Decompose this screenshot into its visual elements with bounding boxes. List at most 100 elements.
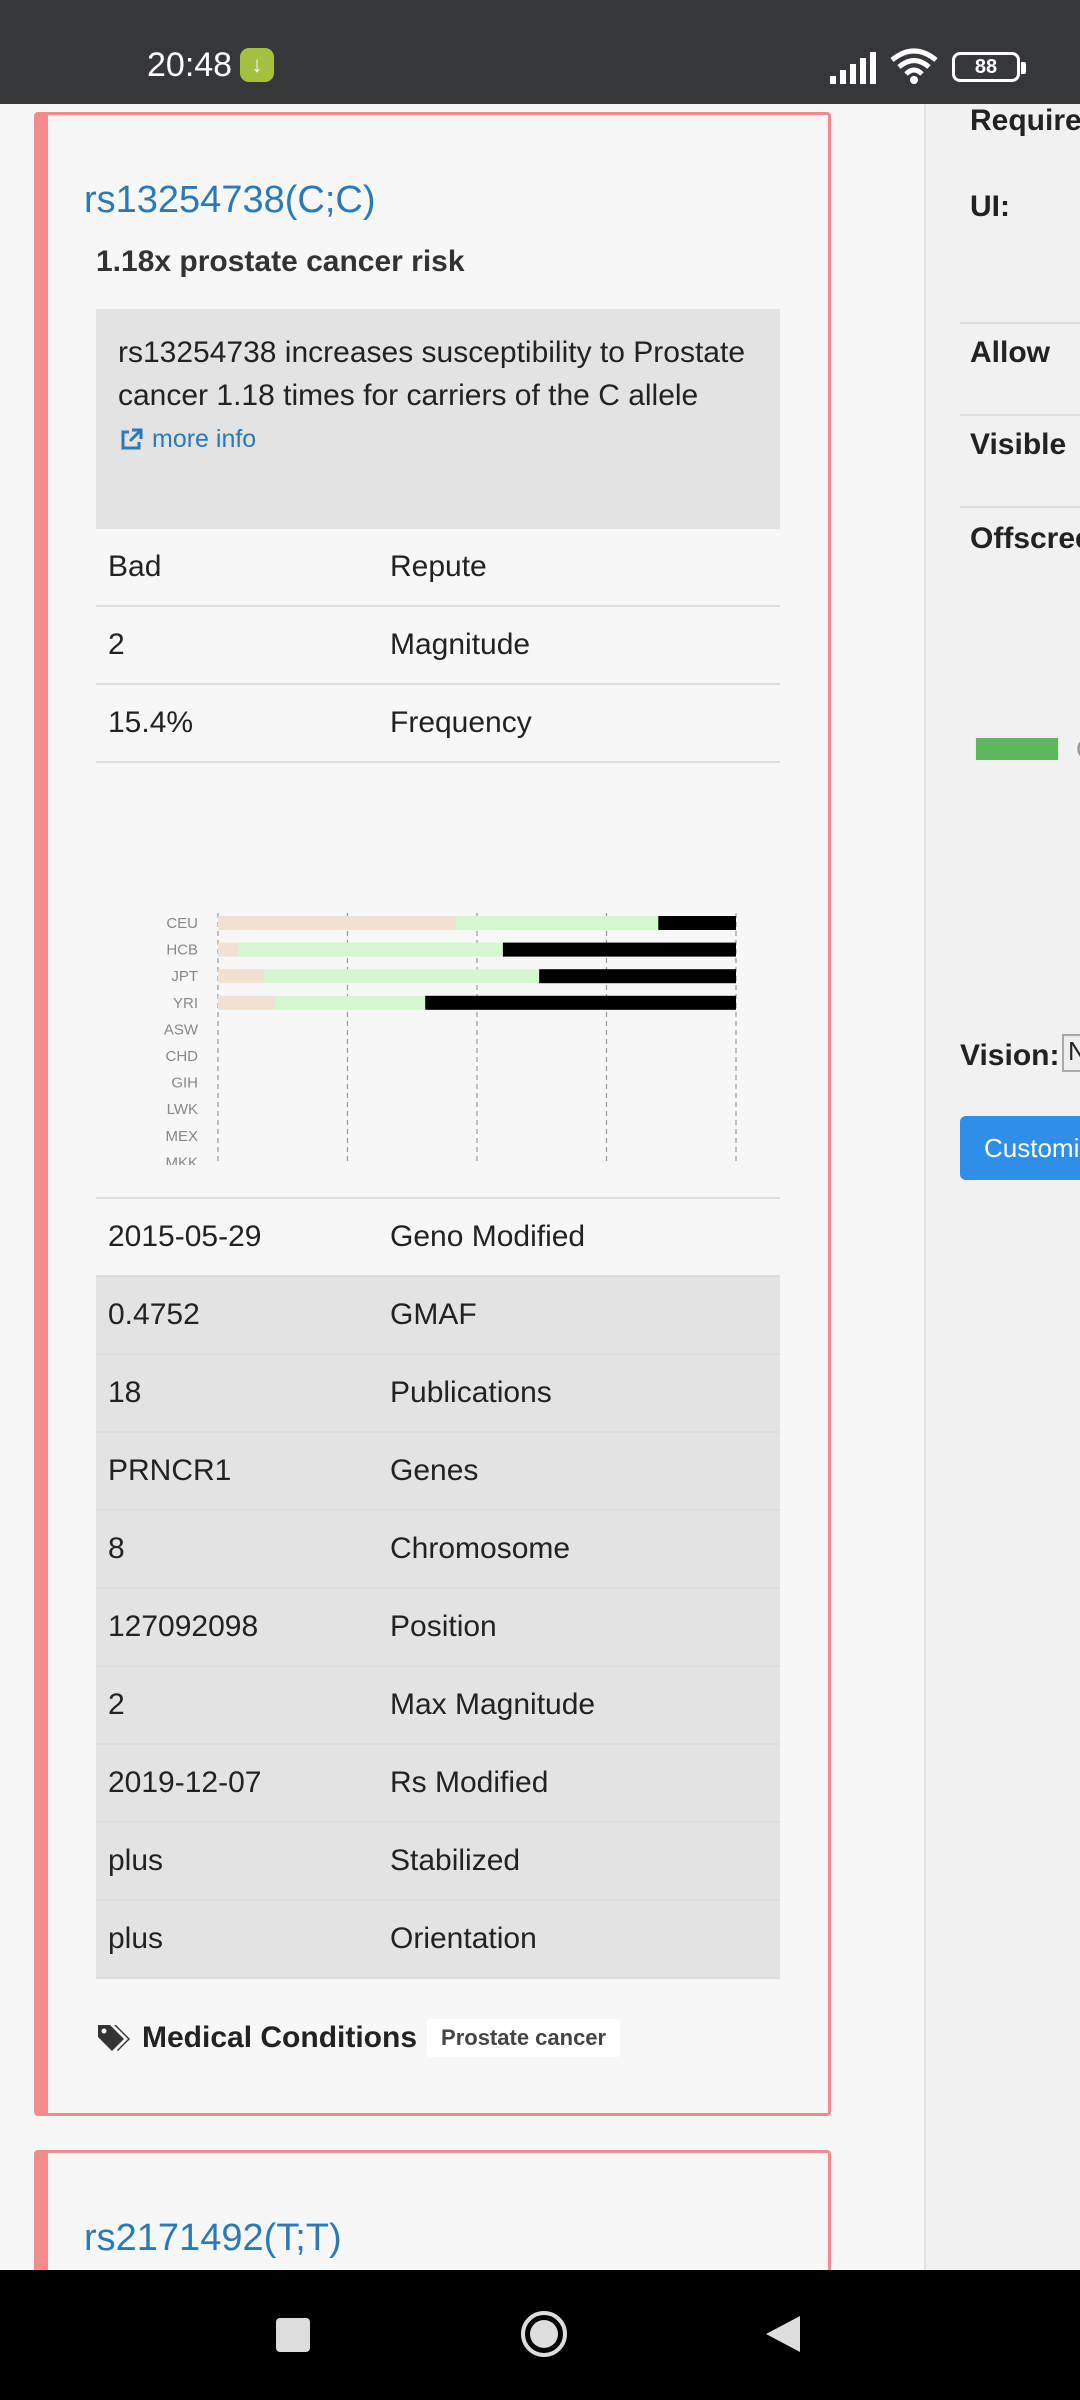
gmaf-label: GMAF [390,1298,477,1331]
table-row: plus Orientation [96,1901,780,1979]
chart-bar-segment [274,995,426,1010]
recents-button[interactable] [276,2318,310,2352]
panel-label-require: Require: [970,104,1080,137]
more-info-label: more info [152,425,257,453]
genotype-title-link[interactable]: rs13254738(C;C) [84,179,375,222]
chart-bar-segment [425,995,736,1010]
max-magnitude-value: 2 [108,1688,125,1721]
medical-conditions-label: Medical Conditions [142,2021,418,2054]
orientation-value: plus [108,1922,164,1955]
table-row: 8 Chromosome [96,1511,780,1589]
position-value: 127092098 [108,1610,259,1643]
back-button[interactable] [764,2314,802,2354]
chart-category-label: MKK [165,1154,198,1165]
panel-label-allow: Allow [970,336,1050,369]
table-row: 2 Max Magnitude [96,1667,780,1745]
chart-bar-segment [264,969,540,984]
table-row: 0.4752 GMAF [96,1277,780,1355]
medical-conditions: Medical Conditions Prostate cancer [96,2019,621,2057]
publications-value: 18 [108,1376,142,1409]
chart-bar-segment [218,916,457,930]
gene-link[interactable]: PRNCR1 [96,1454,390,1488]
chart-bar-segment [218,995,275,1010]
table-row: 18 Publications [96,1355,780,1433]
magnitude-value: 2 [108,628,125,661]
battery-level: 88 [974,56,998,78]
chart-category-label: CEU [166,915,198,932]
table-row: 2015-05-29 Geno Modified [96,1199,780,1277]
external-link-icon [121,428,143,449]
chromosome-label: Chromosome [390,1532,571,1565]
position-label: Position [390,1610,497,1643]
chart-category-label: ASW [164,1021,199,1038]
genotype-summary: 1.18x prostate cancer risk [96,245,465,278]
signal-icon [830,52,876,84]
genotype-card: rs13254738(C;C) 1.18x prostate cancer ri… [34,112,831,2116]
wifi-icon [890,48,938,84]
panel-label-ui: UI: [970,190,1010,223]
table-row: 127092098 Position [96,1589,780,1667]
customize-button[interactable]: Customi [960,1116,1080,1180]
tags-icon [98,2025,130,2051]
geno-modified-label: Geno Modified [390,1220,586,1253]
chart-category-label: YRI [173,995,198,1012]
right-side-panel: Require: UI: Allow Visible Offscree G Vi… [924,104,1080,2270]
table-row: 15.4% Frequency [96,685,780,763]
chart-category-label: MEX [165,1128,198,1145]
chart-category-label: CHD [166,1048,199,1065]
divider [960,322,1080,324]
chart-bar-segment [539,969,736,984]
divider [960,414,1080,416]
chart-bar-segment [218,942,239,957]
stabilized-label: Stabilized [390,1844,521,1877]
status-time: 20:48 [147,46,233,84]
genotype-attributes-table: Bad Repute 2 Magnitude 15.4% Frequency [96,529,780,763]
chart-bar-segment [456,916,659,930]
download-icon: ↓ [240,48,274,82]
description-text: rs13254738 increases susceptibility to P… [118,336,746,412]
status-bar: 20:48 ↓ 88 [0,0,1080,104]
navigation-bar [0,2270,1080,2400]
publications-label: Publications [390,1376,552,1409]
battery-icon: 88 [952,52,1026,82]
table-row: plus Stabilized [96,1823,780,1901]
stabilized-value: plus [108,1844,164,1877]
condition-tag[interactable]: Prostate cancer [427,2019,621,2057]
chart-bar-segment [238,942,503,957]
max-magnitude-label: Max Magnitude [390,1688,596,1721]
snp-details-table: 2015-05-29 Geno Modified 0.4752 GMAF 18 … [96,1197,780,1979]
chromosome-value: 8 [108,1532,125,1565]
divider [960,506,1080,508]
table-row: 2 Magnitude [96,607,780,685]
genes-label: Genes [390,1454,479,1487]
genotype-title-link[interactable]: rs2171492(T;T) [84,2217,342,2260]
repute-value: Bad [108,550,162,583]
chart-category-label: JPT [171,968,198,985]
rs-modified-value: 2019-12-07 [108,1766,262,1799]
description-box: rs13254738 increases susceptibility to P… [96,309,780,529]
table-row: Bad Repute [96,529,780,607]
table-row: 2019-12-07 Rs Modified [96,1745,780,1823]
panel-label-visible: Visible [970,428,1067,461]
rs-modified-label: Rs Modified [390,1766,549,1799]
frequency-label: Frequency [390,706,532,739]
frequency-value: 15.4% [108,706,194,739]
chart-bar-segment [658,916,736,930]
vision-select[interactable]: N [1062,1034,1080,1072]
repute-label: Repute [390,550,487,583]
chart-category-label: GIH [171,1075,198,1092]
orientation-label: Orientation [390,1922,537,1955]
more-info-link[interactable]: more info [118,425,758,454]
vision-label: Vision: [960,1039,1060,1072]
gmaf-value: 0.4752 [108,1298,200,1331]
home-button[interactable] [520,2310,568,2358]
swatch-label: G [1076,734,1080,765]
table-row: PRNCR1 Genes [96,1433,780,1511]
chart-bar-segment [502,942,736,957]
magnitude-label: Magnitude [390,628,531,661]
chart-bar-segment [218,969,265,984]
chart-category-label: HCB [166,942,198,959]
geno-modified-value: 2015-05-29 [108,1220,262,1253]
color-swatch[interactable] [974,736,1060,762]
population-frequency-chart: 0255075100CEUHCBJPTYRIASWCHDGIHLWKMEXMKK… [164,913,737,1165]
